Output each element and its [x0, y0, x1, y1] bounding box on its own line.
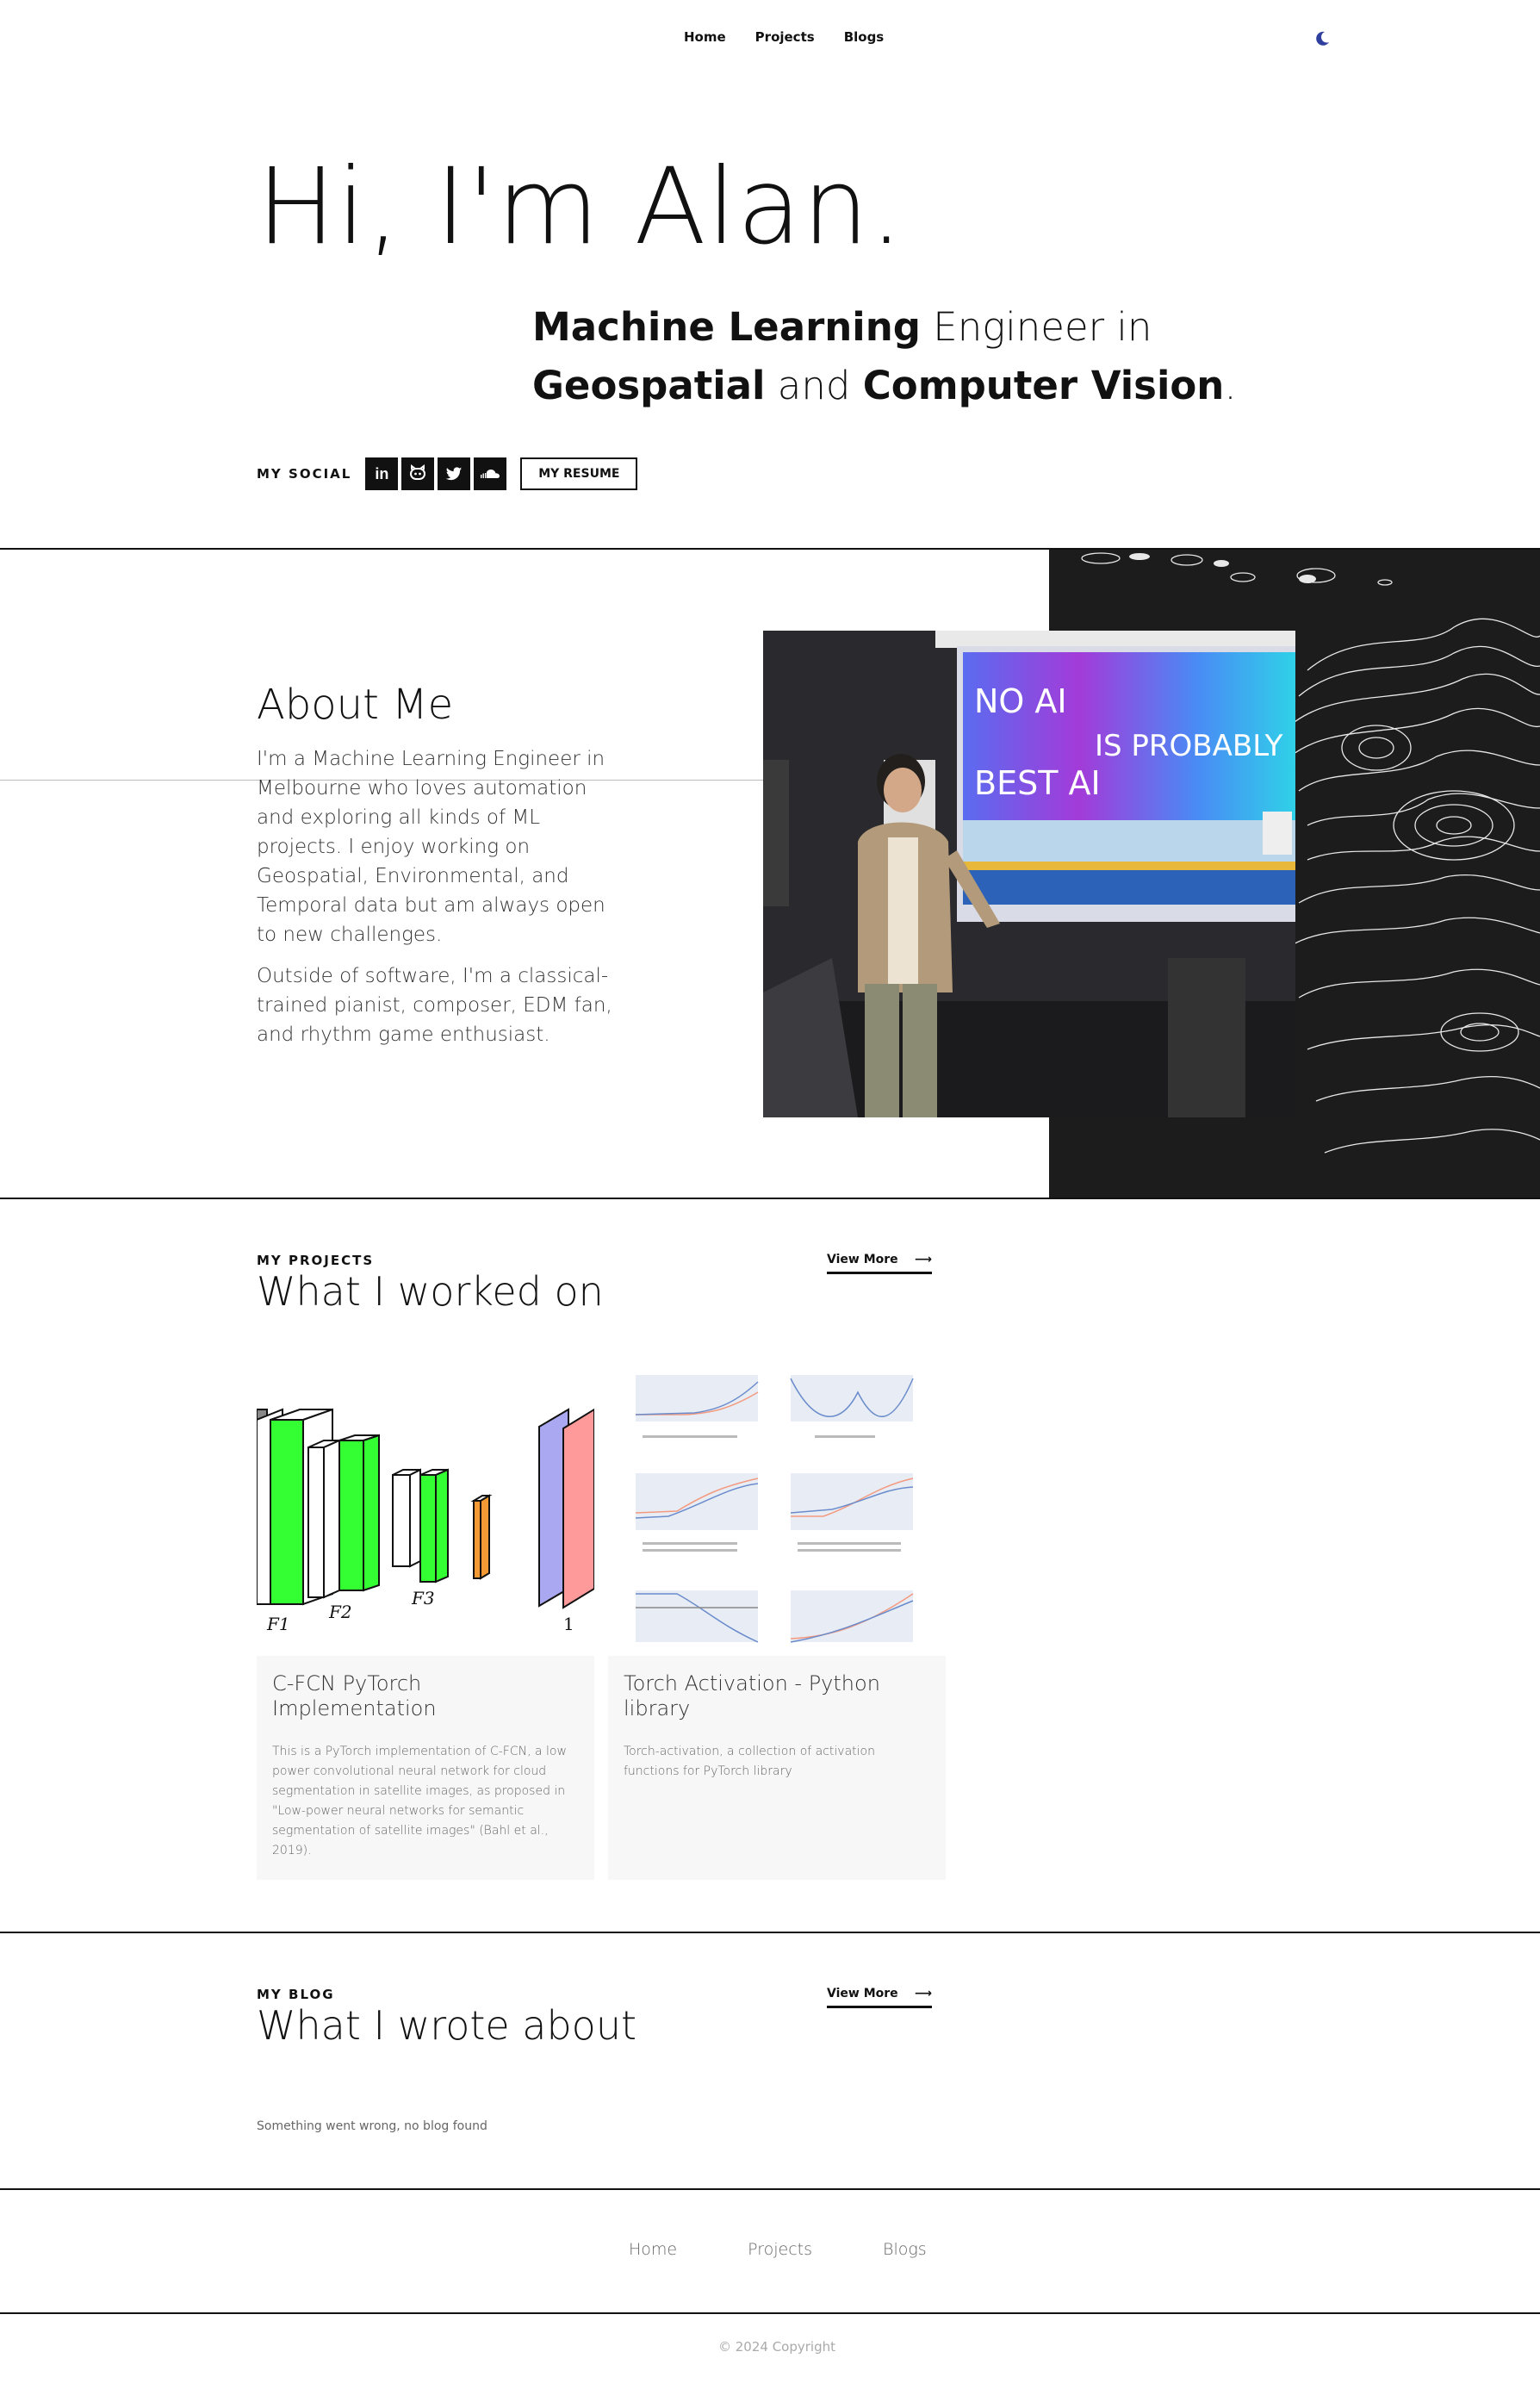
nav-links: Home Projects Blogs [684, 29, 884, 45]
social-label: MY SOCIAL [257, 466, 352, 482]
project-card-desc: This is a PyTorch implementation of C-FC… [272, 1745, 567, 1857]
divider [0, 1198, 1540, 1199]
divider [0, 2188, 1540, 2190]
slide-line-2: IS PROBABLY [1095, 729, 1283, 763]
project-card-desc: Torch-activation, a collection of activa… [624, 1745, 875, 1778]
copyright: © 2024 Copyright [718, 2339, 836, 2355]
blog-label: MY BLOG [257, 1987, 335, 2002]
project-card-title: Torch Activation - Python library [624, 1671, 880, 1720]
resume-button[interactable]: MY RESUME [520, 457, 638, 490]
nav-projects[interactable]: Projects [755, 29, 815, 45]
projects-title: What I worked on [257, 1268, 604, 1315]
project-card-torch-activation[interactable]: Torch Activation - Python library Torch-… [608, 1656, 946, 1880]
project-image-torch-activation[interactable] [608, 1375, 946, 1656]
github-icon[interactable] [401, 457, 435, 490]
nav-home[interactable]: Home [684, 29, 726, 45]
about-photo: NO AI IS PROBABLY BEST AI [763, 631, 1295, 1117]
projects-label: MY PROJECTS [257, 1253, 375, 1268]
footer-blogs[interactable]: Blogs [883, 2240, 927, 2259]
blog-empty-message: Something went wrong, no blog found [257, 2119, 487, 2133]
twitter-icon[interactable] [438, 457, 471, 490]
footer-home[interactable]: Home [629, 2240, 677, 2259]
slide-line-3: BEST AI [974, 764, 1101, 802]
hero-sub-ml: Machine Learning [532, 304, 921, 350]
about-title: About Me [257, 681, 454, 729]
social-row: MY SOCIAL in MY RESUME [257, 457, 638, 490]
footer-links: Home Projects Blogs [629, 2240, 927, 2259]
hero-sub-cv: Computer Vision [862, 363, 1225, 408]
top-nav: Home Projects Blogs [0, 0, 1540, 78]
arrow-right-icon: ⟶ [914, 1253, 932, 1266]
nav-blogs[interactable]: Blogs [844, 29, 885, 45]
project-card-title: C-FCN PyTorch Implementation [272, 1671, 437, 1720]
hero-sub-engineer: Engineer in [920, 304, 1152, 350]
moon-icon[interactable] [1313, 29, 1332, 48]
cnn-label-f3: F3 [411, 1588, 435, 1608]
cnn-label-f1: F1 [266, 1614, 290, 1634]
project-card-cfcn[interactable]: C-FCN PyTorch Implementation This is a P… [257, 1656, 594, 1880]
soundcloud-icon[interactable] [474, 457, 507, 490]
hero-sub-and: and [765, 363, 863, 408]
divider [0, 2312, 1540, 2314]
projects-view-more-label: View More [827, 1253, 898, 1266]
footer-projects[interactable]: Projects [748, 2240, 812, 2259]
hero-sub-period: . [1224, 363, 1237, 408]
hero-greeting: Hi, I'm Alan. [257, 146, 904, 268]
linkedin-icon[interactable]: in [365, 457, 399, 490]
blog-view-more-label: View More [827, 1987, 898, 2000]
about-paragraph-1: I'm a Machine Learning Engineer in Melbo… [257, 748, 605, 946]
cnn-label-out: 1 [563, 1614, 574, 1634]
hero-sub-geospatial: Geospatial [532, 363, 766, 408]
blog-title: What I wrote about [257, 2002, 637, 2049]
project-image-cfcn[interactable]: F1 F2 F3 1 [257, 1375, 594, 1656]
projects-view-more[interactable]: View More ⟶ [827, 1253, 932, 1274]
hero-subtitle: Machine Learning Engineer in Geospatial … [532, 298, 1237, 415]
divider [0, 1932, 1540, 1933]
about-paragraph-2: Outside of software, I'm a classical-tra… [257, 965, 612, 1046]
arrow-right-icon: ⟶ [914, 1987, 932, 2000]
blog-view-more[interactable]: View More ⟶ [827, 1987, 932, 2008]
slide-line-1: NO AI [974, 682, 1067, 720]
cnn-label-f2: F2 [328, 1602, 352, 1622]
